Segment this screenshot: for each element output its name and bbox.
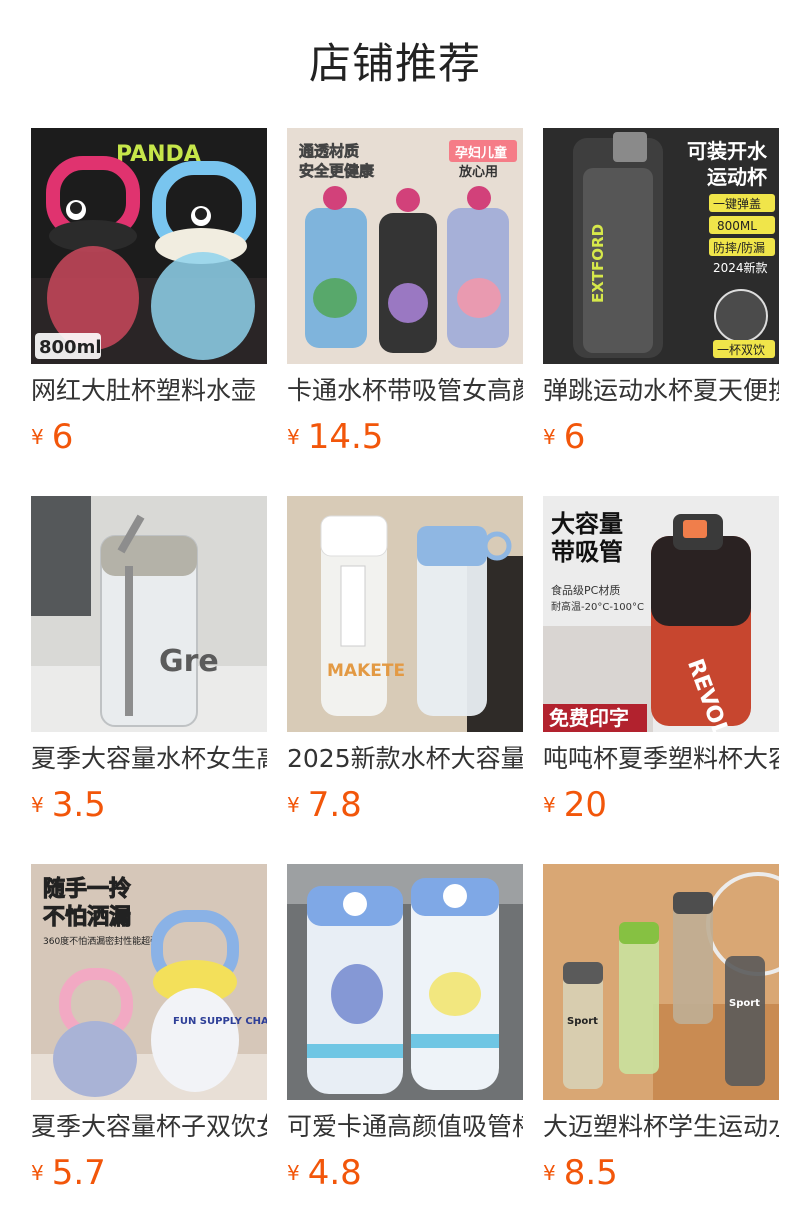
product-name[interactable]: 大迈塑料杯学生运动水杯 (543, 1110, 779, 1144)
svg-text:2024新款: 2024新款 (713, 260, 768, 275)
svg-text:360度不怕洒漏密封性能超强: 360度不怕洒漏密封性能超强 (43, 935, 159, 947)
price-value: 8.5 (563, 1153, 618, 1193)
svg-text:带吸管: 带吸管 (551, 538, 623, 566)
svg-text:可装开水: 可装开水 (687, 139, 768, 163)
svg-text:安全更健康: 安全更健康 (299, 162, 375, 180)
svg-text:耐高温-20°C-100°C: 耐高温-20°C-100°C (551, 600, 644, 613)
currency-symbol: ¥ (31, 1161, 44, 1185)
price-value: 20 (563, 785, 607, 825)
price-value: 5.7 (51, 1153, 106, 1193)
product-price: ¥14.5 (287, 416, 383, 458)
product-image-6[interactable]: 随手一拎 不怕洒漏 360度不怕洒漏密封性能超强 FUN SUPPLY CHAI… (31, 864, 267, 1100)
price-value: 3.5 (51, 785, 106, 825)
product-price: ¥3.5 (31, 784, 106, 826)
svg-text:通透材质: 通透材质 (299, 142, 359, 160)
product-name[interactable]: 吨吨杯夏季塑料杯大容量 (543, 742, 779, 776)
price-value: 7.8 (307, 785, 362, 825)
svg-text:免费印字: 免费印字 (549, 706, 629, 730)
svg-text:随手一拎: 随手一拎 (43, 876, 131, 902)
svg-text:大容量: 大容量 (551, 510, 623, 538)
product-name[interactable]: 夏季大容量杯子双饮女生 (31, 1110, 267, 1144)
product-price: ¥20 (543, 784, 607, 826)
product-name[interactable]: 卡通水杯带吸管女高颜值 (287, 374, 523, 408)
product-price: ¥6 (543, 416, 585, 458)
product-image-3[interactable]: Gre (31, 496, 267, 732)
product-name[interactable]: 网红大肚杯塑料水壶 (31, 374, 267, 408)
svg-text:FUN SUPPLY CHAIN: FUN SUPPLY CHAIN (173, 1016, 267, 1027)
product-image-4[interactable]: MAKETE (287, 496, 523, 732)
product-image-0[interactable]: PANDA 800ml (31, 128, 267, 364)
svg-text:MAKETE: MAKETE (327, 661, 405, 681)
svg-text:孕妇儿童: 孕妇儿童 (455, 145, 507, 161)
product-name[interactable]: 夏季大容量水杯女生高颜值 (31, 742, 267, 776)
svg-text:Gre: Gre (159, 644, 219, 679)
svg-text:不怕洒漏: 不怕洒漏 (43, 904, 131, 930)
svg-text:800ml: 800ml (39, 337, 102, 358)
svg-text:食品级PC材质: 食品级PC材质 (551, 583, 620, 597)
svg-text:运动杯: 运动杯 (707, 165, 767, 189)
page-title: 店铺推荐 (308, 39, 481, 88)
price-value: 6 (51, 417, 74, 457)
svg-text:Sport: Sport (729, 998, 760, 1009)
product-image-2[interactable]: EXTFORD 可装开水 运动杯 一键弹盖 800ML 防摔/防漏 2024新款… (543, 128, 779, 364)
product-image-8[interactable]: Sport Sport (543, 864, 779, 1100)
svg-text:防摔/防漏: 防摔/防漏 (713, 240, 765, 255)
price-value: 6 (563, 417, 586, 457)
svg-text:EXTFORD: EXTFORD (589, 224, 607, 303)
svg-text:800ML: 800ML (717, 219, 757, 233)
currency-symbol: ¥ (543, 425, 556, 449)
svg-text:一杯双饮: 一杯双饮 (717, 343, 765, 357)
product-name[interactable]: 弹跳运动水杯夏天便携 (543, 374, 779, 408)
product-price: ¥5.7 (31, 1152, 106, 1194)
product-image-7[interactable] (287, 864, 523, 1100)
currency-symbol: ¥ (31, 425, 44, 449)
currency-symbol: ¥ (543, 793, 556, 817)
currency-symbol: ¥ (287, 793, 300, 817)
product-price: ¥6 (31, 416, 73, 458)
price-value: 14.5 (307, 417, 384, 457)
currency-symbol: ¥ (287, 425, 300, 449)
currency-symbol: ¥ (287, 1161, 300, 1185)
product-name[interactable]: 可爱卡通高颜值吸管杯 (287, 1110, 523, 1144)
product-image-5[interactable]: 大容量 带吸管 食品级PC材质 耐高温-20°C-100°C REVOL 免费印… (543, 496, 779, 732)
currency-symbol: ¥ (31, 793, 44, 817)
price-value: 4.8 (307, 1153, 362, 1193)
product-price: ¥8.5 (543, 1152, 618, 1194)
product-price: ¥4.8 (287, 1152, 362, 1194)
currency-symbol: ¥ (543, 1161, 556, 1185)
product-name[interactable]: 2025新款水杯大容量 (287, 742, 523, 776)
product-image-1[interactable]: 通透材质 安全更健康 孕妇儿童 放心用 (287, 128, 523, 364)
svg-text:一键弹盖: 一键弹盖 (713, 197, 761, 211)
svg-text:放心用: 放心用 (458, 164, 498, 180)
svg-text:Sport: Sport (567, 1016, 598, 1027)
product-price: ¥7.8 (287, 784, 362, 826)
